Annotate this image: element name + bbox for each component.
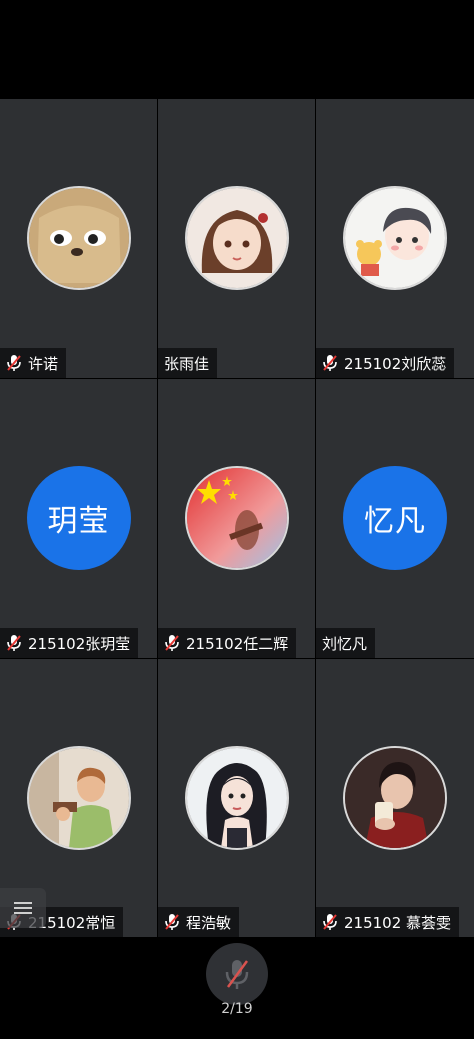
participant-tile[interactable]: 程浩敏 — [158, 659, 315, 937]
mic-off-icon — [164, 634, 180, 652]
participant-name-tag: 许诺 — [0, 348, 67, 378]
participant-tile[interactable]: 215102任二辉 — [158, 379, 315, 658]
avatar — [26, 186, 131, 290]
participant-tile[interactable]: 玥莹 215102张玥莹 — [0, 379, 157, 658]
participant-tile[interactable]: 张雨佳 — [158, 99, 315, 378]
participant-name-tag: 215102 慕荟雯 — [316, 907, 460, 937]
mic-toggle-button[interactable] — [206, 943, 268, 1005]
participant-name: 刘忆凡 — [322, 634, 368, 653]
participant-name: 215102刘欣蕊 — [344, 354, 447, 373]
participant-grid: 许诺 张雨佳 215102刘欣蕊 玥莹 215102张玥莹 215102任二辉 … — [0, 99, 474, 939]
participant-name-tag: 程浩敏 — [158, 907, 240, 937]
avatar — [184, 466, 289, 570]
avatar — [343, 746, 447, 850]
text-avatar: 忆凡 — [343, 466, 447, 570]
participant-name-tag: 215102刘欣蕊 — [316, 348, 455, 378]
mic-off-icon — [6, 634, 22, 652]
list-icon — [14, 902, 32, 914]
participant-name: 215102任二辉 — [186, 634, 289, 653]
mic-off-icon — [225, 960, 249, 989]
participant-name-tag: 张雨佳 — [158, 348, 218, 378]
mic-off-icon — [6, 354, 22, 372]
text-avatar: 玥莹 — [26, 466, 131, 570]
floating-menu-handle[interactable] — [0, 888, 46, 928]
page-indicator: 2/19 — [221, 1001, 253, 1017]
participant-name-tag: 215102张玥莹 — [0, 628, 139, 658]
participant-tile[interactable]: 忆凡 刘忆凡 — [316, 379, 474, 658]
participant-name: 许诺 — [28, 354, 59, 373]
participant-tile[interactable]: 215102 慕荟雯 — [316, 659, 474, 937]
participant-name: 程浩敏 — [186, 913, 232, 932]
participant-name-tag: 215102任二辉 — [158, 628, 297, 658]
participant-name: 张雨佳 — [164, 354, 210, 373]
participant-tile[interactable]: 许诺 — [0, 99, 157, 378]
participant-name: 215102张玥莹 — [28, 634, 131, 653]
top-bar — [0, 0, 474, 99]
avatar — [184, 746, 289, 850]
mic-off-icon — [322, 913, 338, 931]
avatar — [26, 746, 131, 850]
participant-name: 215102 慕荟雯 — [344, 913, 452, 932]
avatar — [184, 186, 289, 290]
participant-name-tag: 刘忆凡 — [316, 628, 376, 658]
mic-off-icon — [164, 913, 180, 931]
mic-off-icon — [322, 354, 338, 372]
avatar — [343, 186, 447, 290]
participant-tile[interactable]: 215102刘欣蕊 — [316, 99, 474, 378]
